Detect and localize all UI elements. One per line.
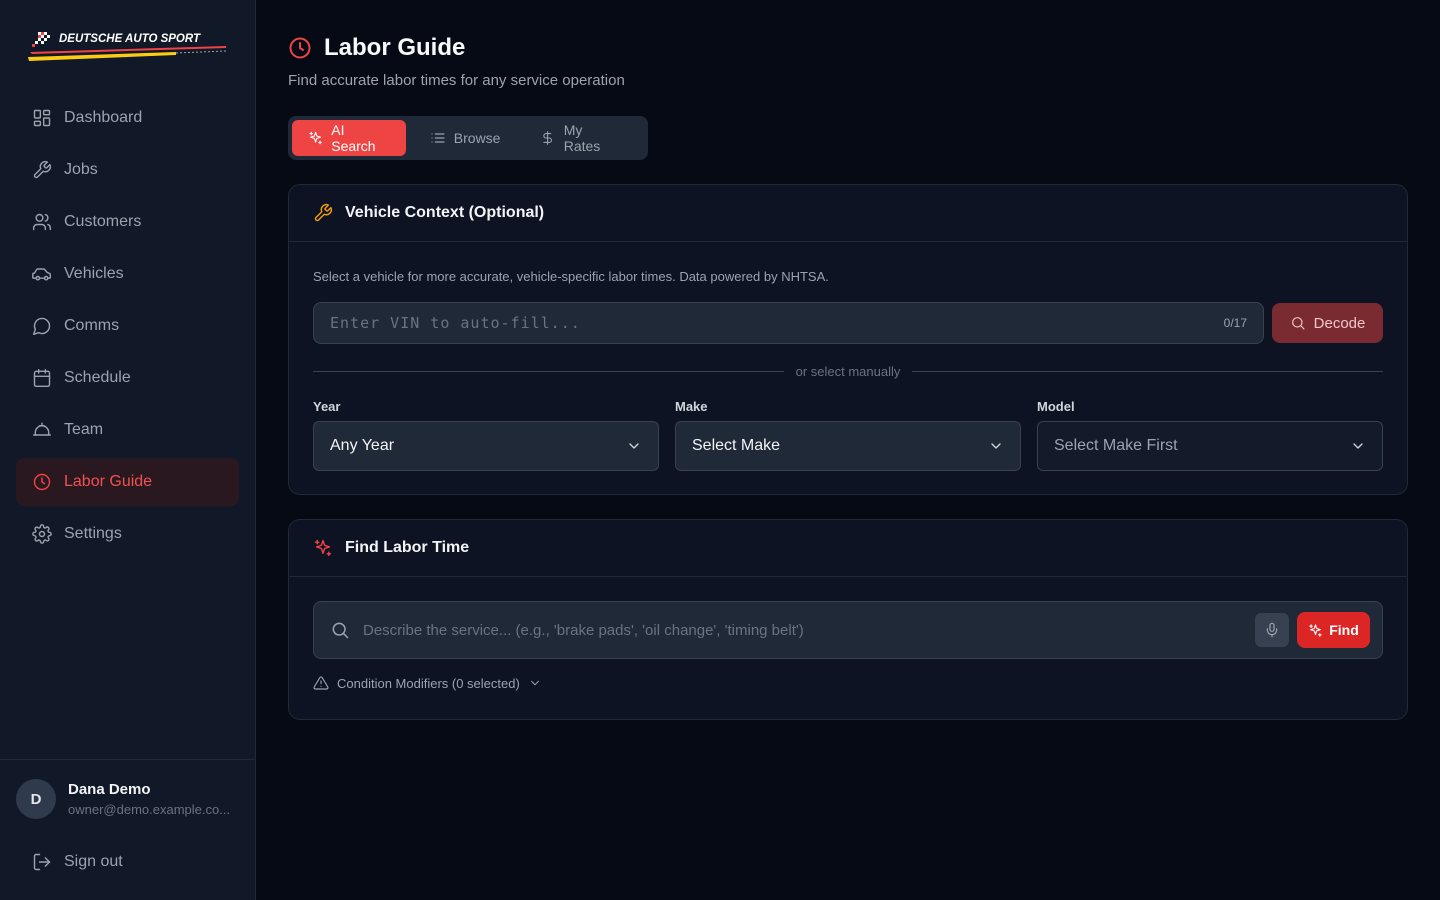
sidebar-item-label: Schedule	[64, 369, 131, 386]
tab-ai-search[interactable]: AI Search	[292, 120, 406, 156]
sidebar-item-label: Labor Guide	[64, 473, 153, 490]
chevron-down-icon	[629, 443, 639, 449]
find-button[interactable]: Find	[1297, 612, 1370, 648]
log-out-icon	[33, 853, 51, 871]
sign-out-label: Sign out	[64, 853, 123, 870]
vehicle-context-description: Select a vehicle for more accurate, vehi…	[313, 269, 829, 284]
make-select[interactable]: Select Make	[675, 421, 1021, 471]
user-name: Dana Demo	[68, 781, 151, 798]
sidebar-item-schedule[interactable]: Schedule	[16, 354, 239, 402]
gear-icon	[32, 524, 52, 544]
card-title: Vehicle Context (Optional)	[345, 204, 545, 221]
sidebar-item-jobs[interactable]: Jobs	[16, 146, 239, 194]
sidebar-item-settings[interactable]: Settings	[16, 510, 239, 558]
user-info: Dana Demo owner@demo.example.co...	[68, 781, 240, 817]
year-select[interactable]: Any Year	[313, 421, 659, 471]
make-value: Select Make	[692, 437, 781, 454]
condition-modifiers-label: Condition Modifiers (0 selected)	[337, 675, 520, 691]
sidebar-item-label: Comms	[64, 317, 120, 334]
sidebar-item-label: Team	[64, 421, 104, 438]
wrench-icon	[314, 203, 333, 222]
divider-text: or select manually	[795, 363, 901, 379]
search-icon	[1291, 317, 1305, 330]
warning-icon	[313, 676, 329, 690]
chevron-down-icon	[991, 443, 1001, 449]
make-field: Make Select Make	[675, 399, 1021, 471]
service-search-input[interactable]	[363, 621, 1255, 639]
vin-input[interactable]	[330, 314, 1224, 332]
sidebar-item-vehicles[interactable]: Vehicles	[16, 250, 239, 298]
calendar-icon	[32, 368, 52, 388]
sidebar-item-label: Customers	[64, 213, 142, 230]
sidebar-footer: D Dana Demo owner@demo.example.co... Sig…	[0, 759, 255, 900]
brand-logo[interactable]: DEUTSCHE AUTO SPORT	[26, 28, 230, 68]
voice-input-button[interactable]	[1255, 613, 1289, 647]
page-subtitle: Find accurate labor times for any servic…	[288, 72, 625, 89]
card-header: Find Labor Time	[289, 520, 1407, 577]
sidebar-item-labor-guide[interactable]: Labor Guide	[16, 458, 239, 506]
decode-button[interactable]: Decode	[1272, 303, 1383, 343]
service-search-bar: Find	[313, 601, 1383, 659]
vin-char-count: 0/17	[1223, 316, 1247, 330]
user-profile[interactable]: D Dana Demo owner@demo.example.co...	[16, 779, 240, 819]
model-label: Model	[1037, 399, 1075, 414]
dollar-icon	[543, 131, 553, 145]
chevron-down-icon	[1353, 443, 1363, 449]
page-title: Labor Guide	[324, 34, 466, 61]
avatar: D	[16, 779, 56, 819]
sidebar-nav: Dashboard Jobs Customers Vehicles Comms …	[16, 94, 239, 562]
user-email: owner@demo.example.co...	[68, 802, 231, 817]
sparkles-icon	[1309, 623, 1322, 637]
year-label: Year	[313, 399, 341, 414]
tab-label: AI Search	[331, 122, 376, 154]
sparkles-icon	[314, 539, 332, 557]
message-icon	[32, 316, 52, 336]
chevron-down-icon	[530, 680, 539, 686]
decode-label: Decode	[1313, 314, 1366, 332]
make-label: Make	[675, 399, 708, 414]
sidebar-item-label: Settings	[64, 525, 122, 542]
find-label: Find	[1329, 622, 1359, 638]
wrench-icon	[32, 160, 52, 180]
find-labor-time-card: Find Labor Time Find Condition Modifiers…	[288, 519, 1408, 720]
tab-my-rates[interactable]: My Rates	[524, 120, 636, 156]
car-icon	[32, 264, 52, 284]
users-icon	[32, 212, 52, 232]
vin-field: 0/17	[313, 302, 1264, 344]
page-header: Labor Guide Find accurate labor times fo…	[288, 34, 625, 89]
sidebar-item-label: Vehicles	[64, 265, 124, 282]
sidebar-item-comms[interactable]: Comms	[16, 302, 239, 350]
sidebar-item-customers[interactable]: Customers	[16, 198, 239, 246]
model-value: Select Make First	[1054, 437, 1178, 454]
tab-label: Browse	[453, 130, 501, 146]
sidebar-item-label: Dashboard	[64, 109, 143, 126]
dashboard-icon	[32, 108, 52, 128]
mode-tabs: AI Search Browse My Rates	[288, 116, 648, 160]
sidebar-item-label: Jobs	[64, 161, 98, 178]
model-field: Model Select Make First	[1037, 399, 1383, 471]
microphone-icon	[1266, 622, 1278, 638]
divider: or select manually	[313, 361, 1383, 381]
sidebar-item-team[interactable]: Team	[16, 406, 239, 454]
vehicle-context-card: Vehicle Context (Optional) Select a vehi…	[288, 184, 1408, 495]
tab-label: My Rates	[563, 122, 601, 154]
logo-text: DEUTSCHE AUTO SPORT	[59, 33, 201, 45]
tab-browse[interactable]: Browse	[414, 120, 517, 156]
model-select[interactable]: Select Make First	[1037, 421, 1383, 471]
sidebar-item-dashboard[interactable]: Dashboard	[16, 94, 239, 142]
clock-icon	[289, 37, 311, 59]
list-icon	[431, 133, 445, 143]
card-header: Vehicle Context (Optional)	[289, 185, 1407, 242]
year-value: Any Year	[330, 437, 395, 454]
sparkles-icon	[309, 131, 322, 145]
search-icon	[332, 622, 349, 639]
card-title: Find Labor Time	[345, 539, 470, 556]
year-field: Year Any Year	[313, 399, 659, 471]
clock-icon	[32, 472, 52, 492]
sidebar: DEUTSCHE AUTO SPORT Dashboard Jobs Custo…	[0, 0, 256, 900]
sign-out-button[interactable]: Sign out	[16, 838, 239, 886]
logo-graphic: DEUTSCHE AUTO SPORT	[28, 32, 227, 61]
team-icon	[32, 420, 52, 440]
condition-modifiers-toggle[interactable]: Condition Modifiers (0 selected)	[313, 675, 542, 691]
